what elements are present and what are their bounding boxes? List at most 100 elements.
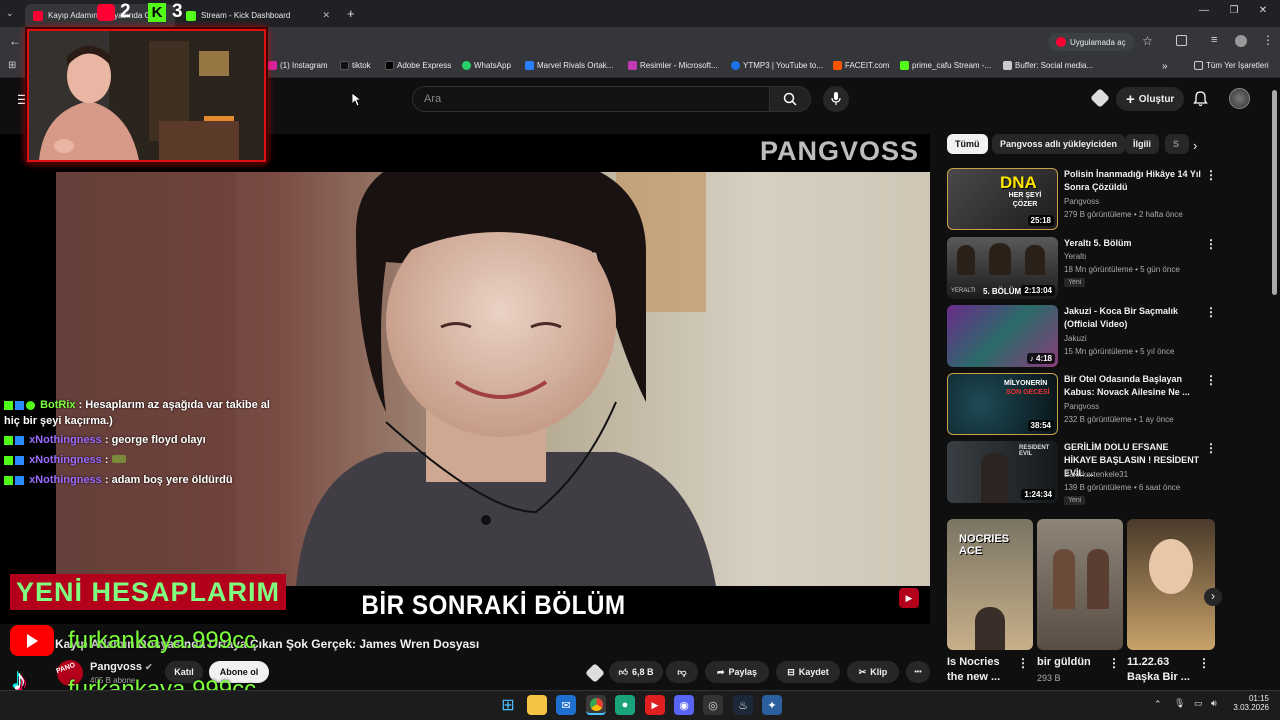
open-in-app-button[interactable]: Uygulamada aç bbox=[1048, 33, 1134, 51]
clock[interactable]: 01:15 3.03.2026 bbox=[1233, 694, 1269, 712]
profile-avatar[interactable] bbox=[1235, 35, 1247, 47]
bookmark-kick-stream[interactable]: prime_cafu Stream -... bbox=[900, 61, 991, 70]
chat-message: xNothingness : george floyd olayı bbox=[4, 434, 206, 446]
notifications-bell-icon[interactable] bbox=[1193, 91, 1208, 112]
new-badge: Yeni bbox=[1064, 278, 1086, 287]
extensions-icon[interactable] bbox=[1176, 35, 1187, 46]
search-input[interactable]: Ara bbox=[412, 86, 770, 112]
tab-kick-dashboard[interactable]: Stream - Kick Dashboard ✕ bbox=[178, 4, 338, 27]
file-explorer-icon[interactable] bbox=[527, 695, 547, 715]
rec-menu-icon[interactable]: ⋮ bbox=[1205, 441, 1217, 455]
short-menu-icon[interactable]: ⋮ bbox=[1017, 656, 1029, 670]
chip-more[interactable]: S bbox=[1165, 134, 1189, 154]
discord-icon[interactable]: ◉ bbox=[674, 695, 694, 715]
rec-title[interactable]: Yeraltı 5. Bölüm bbox=[1064, 237, 1204, 250]
chip-all[interactable]: Tümü bbox=[947, 134, 988, 154]
more-bookmarks-icon[interactable]: » bbox=[1162, 61, 1168, 72]
tab-list-chevron-icon[interactable]: ⌄ bbox=[6, 8, 14, 19]
short-thumbnail[interactable] bbox=[1127, 519, 1215, 650]
rec-menu-icon[interactable]: ⋮ bbox=[1205, 305, 1217, 319]
start-button-icon[interactable]: ⊞ bbox=[498, 695, 518, 715]
short-thumbnail[interactable]: NOCRIES ACE bbox=[947, 519, 1033, 650]
all-bookmarks-folder[interactable]: Tüm Yer İşaretleri bbox=[1194, 61, 1269, 70]
bookmark-whatsapp[interactable]: WhatsApp bbox=[462, 61, 511, 70]
rec-title[interactable]: Bir Otel Odasında Başlayan Kabus: Novack… bbox=[1064, 373, 1204, 399]
verified-check-icon: ✔ bbox=[145, 662, 153, 672]
chat-username: BotRix bbox=[40, 399, 76, 411]
rec-menu-icon[interactable]: ⋮ bbox=[1205, 168, 1217, 182]
media-control-icon[interactable]: ≡ bbox=[1211, 34, 1217, 46]
shorts-next-chevron-icon[interactable]: › bbox=[1204, 588, 1222, 606]
short-menu-icon[interactable]: ⋮ bbox=[1198, 656, 1210, 670]
recommended-video[interactable]: MİLYONERİN SON GECESİ 38:54 Bir Otel Oda… bbox=[947, 373, 1217, 437]
rec-channel[interactable]: Yeraltı bbox=[1064, 252, 1086, 261]
volume-tray-icon[interactable]: 🔊︎ bbox=[1211, 698, 1217, 709]
close-tab-icon[interactable]: ✕ bbox=[322, 10, 330, 21]
bell-icon bbox=[1193, 91, 1208, 107]
save-button[interactable]: ⊟ Kaydet bbox=[776, 661, 840, 683]
search-button[interactable] bbox=[770, 86, 811, 112]
account-avatar[interactable] bbox=[1229, 88, 1250, 109]
recommended-video[interactable]: RESIDENT EVIL 1:24:34 GERİLİM DOLU EFSAN… bbox=[947, 441, 1217, 505]
obs-icon[interactable]: ◎ bbox=[703, 695, 723, 715]
page-scrollbar[interactable] bbox=[1272, 90, 1277, 295]
channel-name[interactable]: Pangvoss ✔ bbox=[90, 661, 153, 673]
rec-title[interactable]: Polisin İnanmadığı Hikâye 14 Yıl Sonra Ç… bbox=[1064, 168, 1204, 194]
more-actions-button[interactable]: ••• bbox=[906, 661, 930, 683]
chip-from-uploader[interactable]: Pangvoss adlı yükleyiciden bbox=[992, 134, 1126, 154]
whatsapp-app-icon[interactable]: ● bbox=[615, 695, 635, 715]
rec-menu-icon[interactable]: ⋮ bbox=[1205, 373, 1217, 387]
share-button[interactable]: ➦ Paylaş bbox=[705, 661, 769, 683]
bookmark-tiktok[interactable]: tiktok bbox=[340, 61, 371, 70]
back-arrow-icon[interactable]: ← bbox=[9, 34, 21, 48]
chip-next-chevron-icon[interactable]: › bbox=[1193, 138, 1197, 153]
recommended-video[interactable]: DNA HER ŞEYİ ÇÖZER 25:18 Polisin İnanmad… bbox=[947, 168, 1217, 232]
rec-channel[interactable]: Bakirkertenkele31 bbox=[1064, 470, 1128, 479]
youtube-app-taskbar-icon[interactable]: ▶ bbox=[645, 695, 665, 715]
display-tray-icon[interactable]: ▭ bbox=[1194, 698, 1203, 709]
recommended-video[interactable]: 5. BÖLÜM YERALTI 2:13:04 Yeraltı 5. Bölü… bbox=[947, 237, 1217, 301]
short-menu-icon[interactable]: ⋮ bbox=[1108, 656, 1120, 670]
new-badge: Yeni bbox=[1064, 496, 1086, 505]
tray-chevron-icon[interactable]: ⌃ bbox=[1154, 699, 1162, 710]
video-still-image bbox=[56, 172, 930, 586]
rec-channel[interactable]: Jakuzi bbox=[1064, 334, 1087, 343]
minimize-icon[interactable]: — bbox=[1197, 5, 1211, 16]
chat-text-continued: hiç bir şeyi kaçırma.) bbox=[4, 415, 113, 427]
new-tab-button[interactable]: + bbox=[347, 6, 355, 21]
short-title[interactable]: Is Nocries bbox=[947, 656, 1000, 668]
bookmark-microsoft-images[interactable]: Resimler - Microsoft... bbox=[628, 61, 718, 70]
apps-grid-icon[interactable]: ⊞ bbox=[8, 60, 16, 71]
chip-related[interactable]: İlgili bbox=[1125, 134, 1159, 154]
bookmark-buffer[interactable]: Buffer: Social media... bbox=[1003, 61, 1093, 70]
rec-title[interactable]: Jakuzi - Koca Bir Saçmalık (Official Vid… bbox=[1064, 305, 1204, 331]
close-window-icon[interactable]: ✕ bbox=[1256, 5, 1270, 16]
voice-search-button[interactable] bbox=[823, 86, 849, 112]
browser-menu-icon[interactable]: ⋮ bbox=[1262, 33, 1274, 47]
bookmark-ytmp3[interactable]: YTMP3 | YouTube to... bbox=[731, 61, 823, 70]
rec-menu-icon[interactable]: ⋮ bbox=[1205, 237, 1217, 251]
restore-icon[interactable]: ❐ bbox=[1227, 5, 1241, 16]
premium-gem-icon[interactable] bbox=[1090, 88, 1110, 108]
like-button[interactable]: 👍︎ 6,8 B bbox=[609, 661, 663, 683]
bookmark-instagram[interactable]: (1) Instagram bbox=[268, 61, 328, 70]
short-thumbnail[interactable] bbox=[1037, 519, 1123, 650]
microphone-tray-icon[interactable]: 🎙︎ bbox=[1174, 698, 1185, 709]
bookmark-faceit[interactable]: FACEIT.com bbox=[833, 61, 889, 70]
bookmark-marvel-rivals[interactable]: Marvel Rivals Ortak... bbox=[525, 61, 613, 70]
short-title[interactable]: 11.22.63 bbox=[1127, 656, 1169, 668]
premium-gem-action-icon[interactable] bbox=[585, 663, 605, 683]
rec-channel[interactable]: Pangvoss bbox=[1064, 197, 1099, 206]
recommended-video[interactable]: ♪ 4:18 Jakuzi - Koca Bir Saçmalık (Offic… bbox=[947, 305, 1217, 369]
rec-channel[interactable]: Pangvoss bbox=[1064, 402, 1099, 411]
network-app-icon[interactable]: ✦ bbox=[762, 695, 782, 715]
clip-button[interactable]: ✂ Klip bbox=[847, 661, 899, 683]
dislike-button[interactable]: 👎︎ bbox=[666, 661, 698, 683]
outlook-icon[interactable]: ✉ bbox=[556, 695, 576, 715]
chrome-icon[interactable] bbox=[586, 695, 606, 715]
short-title[interactable]: bir güldün bbox=[1037, 656, 1091, 668]
steam-icon[interactable]: ♨ bbox=[733, 695, 753, 715]
star-icon[interactable]: ☆ bbox=[1142, 34, 1153, 48]
create-button[interactable]: + Oluştur bbox=[1116, 87, 1185, 111]
bookmark-adobe-express[interactable]: Adobe Express bbox=[385, 61, 451, 70]
